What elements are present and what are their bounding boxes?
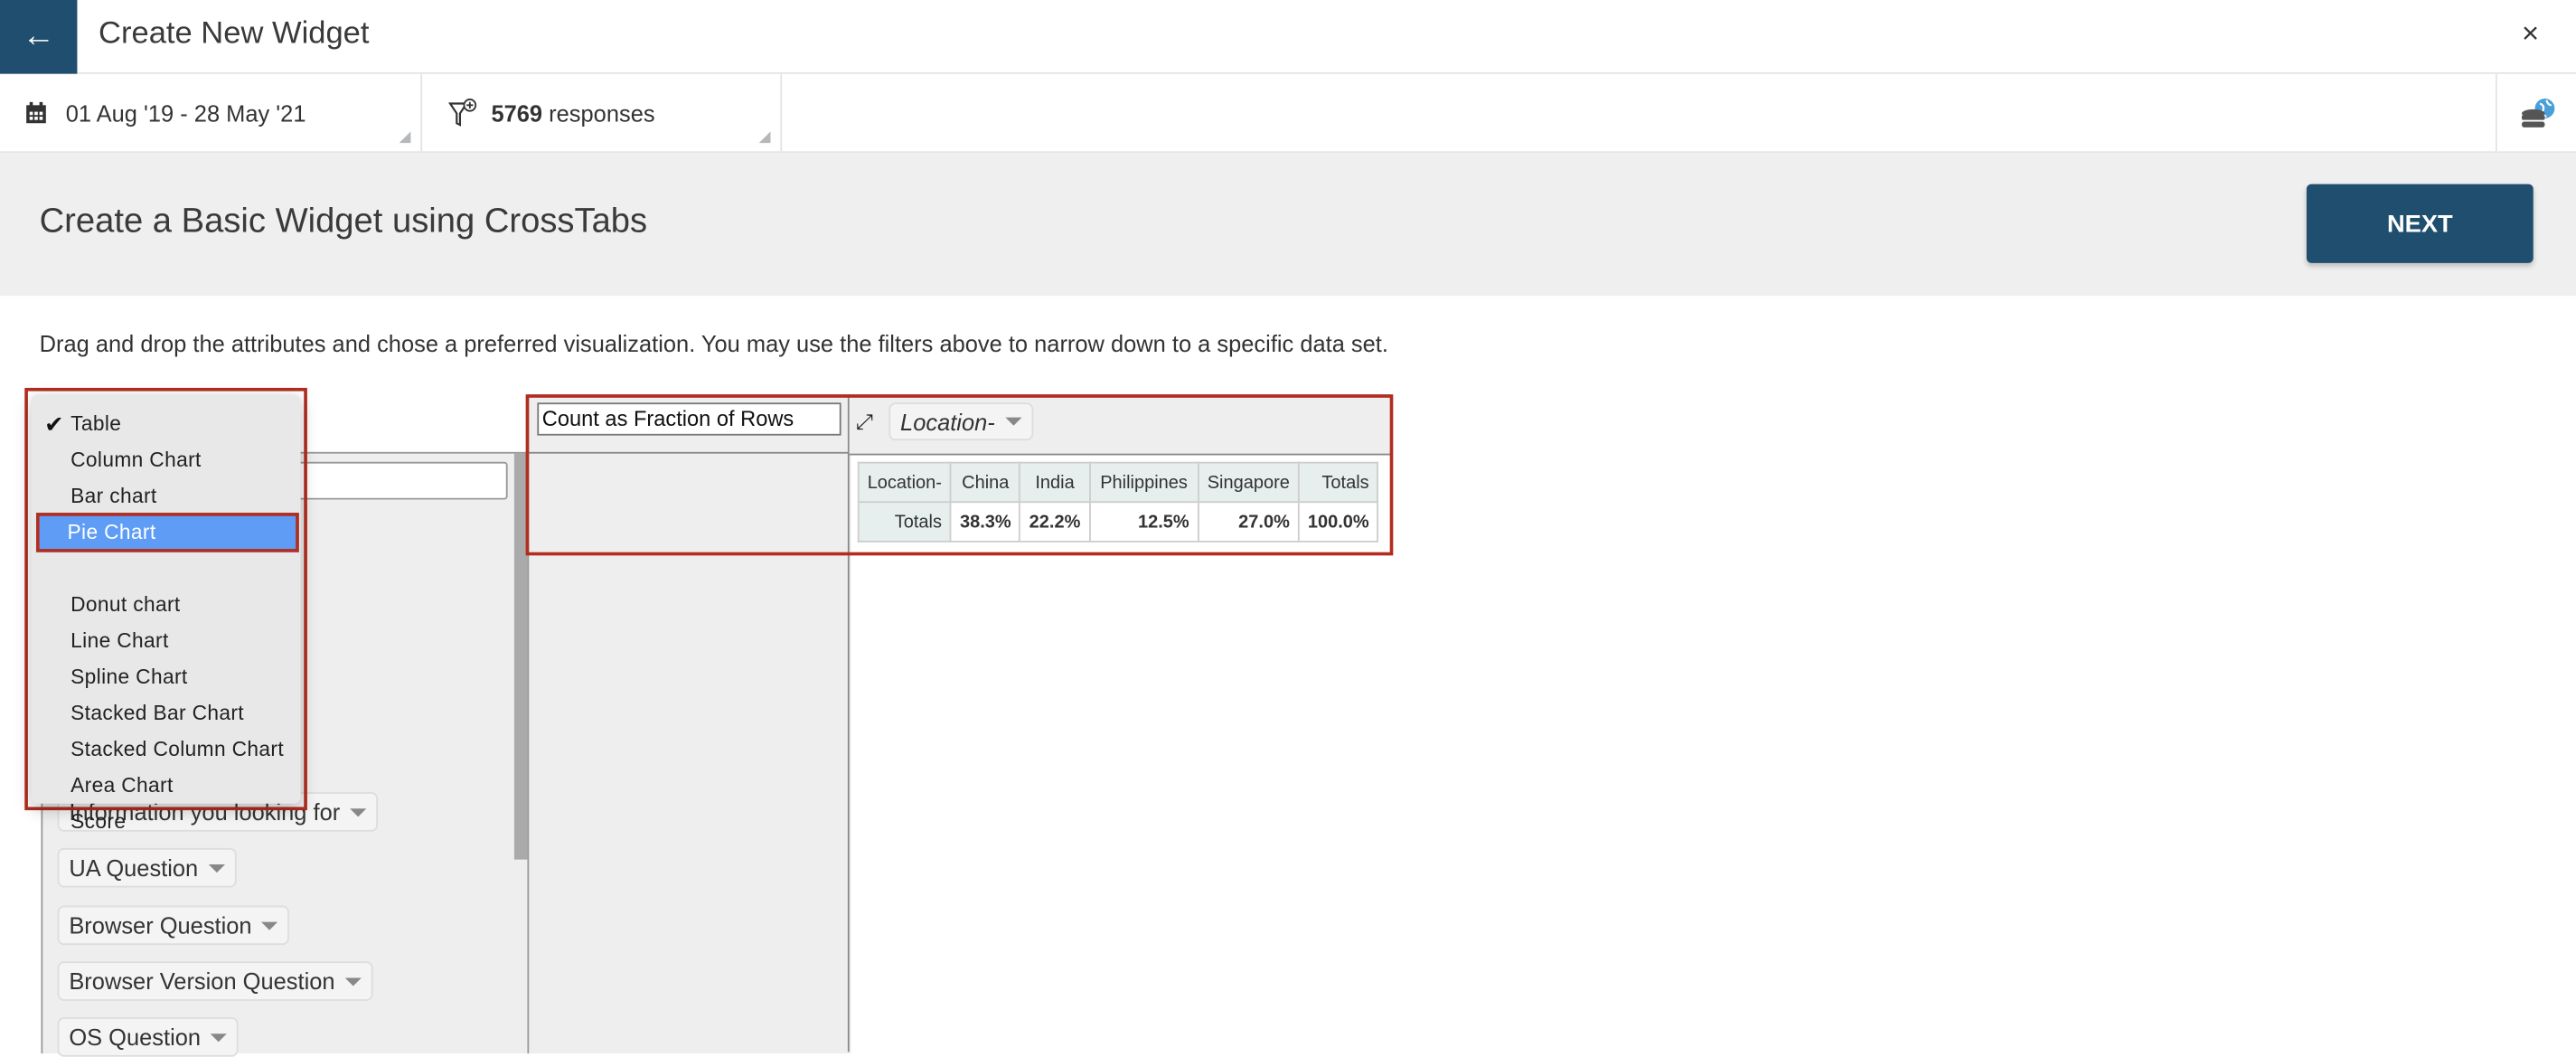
menu-item-pie-chart[interactable]: Pie Chart	[35, 513, 299, 552]
rows-area	[527, 394, 851, 1054]
menu-item-donut-chart[interactable]: Donut chart	[71, 587, 180, 623]
visualization-menu: ✔ Table Column Chart Bar chart Donut cha…	[31, 394, 301, 834]
menu-item-spline-chart[interactable]: Spline Chart	[71, 659, 187, 695]
menu-item-line-chart[interactable]: Line Chart	[71, 623, 168, 659]
close-button[interactable]: ×	[2522, 16, 2539, 51]
date-range-text: 01 Aug '19 - 28 May '21	[65, 99, 306, 127]
menu-item-bar-chart[interactable]: Bar chart	[71, 478, 156, 514]
attributes-scrollbar[interactable]	[513, 453, 528, 860]
header-bar	[0, 0, 2576, 74]
divider	[527, 451, 850, 454]
header-cell: Location-	[857, 461, 952, 504]
header-cell: Totals	[1297, 461, 1379, 504]
menu-item-table[interactable]: Table	[71, 406, 121, 442]
menu-item-score[interactable]: Score	[71, 804, 126, 840]
column-attribute-pill[interactable]: Location-	[888, 402, 1033, 441]
pivot-table: Location- China India Philippines Singap…	[857, 461, 1379, 543]
corner-triangle-icon	[399, 131, 411, 144]
attribute-pill[interactable]: OS Question	[57, 1017, 239, 1057]
responses-count: 5769	[491, 99, 543, 127]
expand-arrows-icon[interactable]: ⤢	[856, 410, 873, 436]
visualization-dropdown: ✔ Table Column Chart Bar chart Donut cha…	[24, 387, 307, 834]
database-globe-icon	[2521, 98, 2554, 127]
checkmark-icon: ✔	[44, 411, 64, 438]
section-title: Create a Basic Widget using CrossTabs	[39, 202, 648, 241]
menu-item-stacked-bar-chart[interactable]: Stacked Bar Chart	[71, 695, 244, 731]
attribute-pill[interactable]: UA Question	[57, 847, 237, 888]
divider	[847, 394, 850, 1052]
caret-down-icon	[208, 864, 225, 873]
data-source-button[interactable]	[2495, 73, 2576, 152]
widget-band: Create a Basic Widget using CrossTabs NE…	[0, 153, 2576, 297]
back-button[interactable]: ←	[0, 0, 78, 74]
attribute-pill[interactable]: Browser Version Question	[57, 961, 373, 1001]
table-cell: 100.0%	[1297, 501, 1379, 543]
aggregator-select[interactable]: Count as Fraction of Rows	[537, 402, 841, 436]
table-row: Totals 38.3% 22.2% 12.5% 27.0% 100.0%	[857, 501, 1379, 543]
header-cell: India	[1019, 461, 1091, 504]
arrow-left-icon: ←	[22, 17, 55, 54]
menu-item-column-chart[interactable]: Column Chart	[71, 442, 202, 478]
filter-bar: 01 Aug '19 - 28 May '21 5769 responses	[0, 73, 2576, 154]
responses-filter[interactable]: 5769 responses	[422, 73, 783, 152]
responses-label: responses	[549, 99, 655, 127]
table-cell: 12.5%	[1088, 501, 1199, 543]
table-cell: 27.0%	[1197, 501, 1300, 543]
calendar-icon	[26, 101, 46, 124]
caret-down-icon	[261, 920, 278, 930]
caret-down-icon	[1004, 417, 1021, 426]
date-range-filter[interactable]: 01 Aug '19 - 28 May '21	[0, 73, 423, 152]
caret-down-icon	[350, 807, 367, 816]
table-cell: 22.2%	[1019, 501, 1091, 543]
caret-down-icon	[344, 977, 362, 986]
header-cell: Singapore	[1197, 461, 1300, 504]
header-cell: Philippines	[1088, 461, 1199, 504]
filter-plus-icon	[448, 99, 477, 127]
menu-item-stacked-column-chart[interactable]: Stacked Column Chart	[71, 731, 284, 768]
next-button[interactable]: NEXT	[2306, 184, 2534, 263]
instructions-text: Drag and drop the attributes and chose a…	[39, 330, 1388, 357]
table-header-row: Location- China India Philippines Singap…	[857, 461, 1379, 504]
corner-triangle-icon	[758, 131, 771, 144]
row-label: Totals	[857, 501, 952, 543]
table-cell: 38.3%	[950, 501, 1021, 543]
page-title: Create New Widget	[99, 16, 370, 52]
caret-down-icon	[210, 1033, 228, 1042]
attribute-pill[interactable]: Browser Question	[57, 905, 290, 946]
menu-item-area-chart[interactable]: Area Chart	[71, 768, 174, 804]
header-cell: China	[950, 461, 1021, 504]
